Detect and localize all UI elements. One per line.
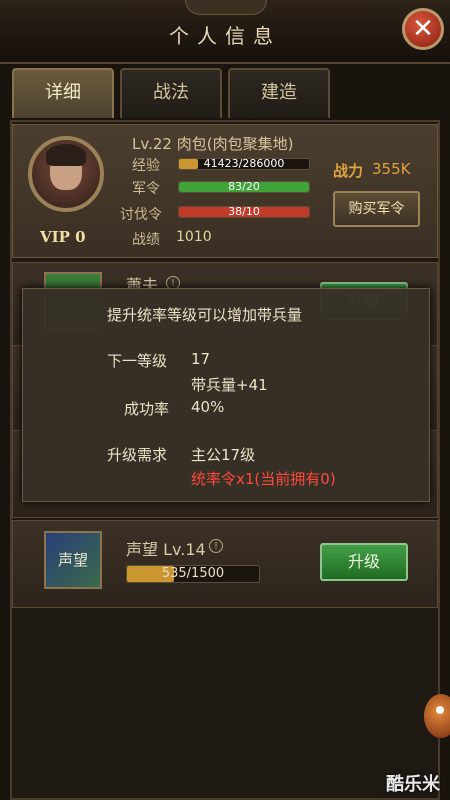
watermark: 酷乐米 [386,774,440,795]
next-level-value: 17 [191,350,211,368]
tab-build[interactable]: 建造 [228,68,330,118]
player-name: 肉包(肉包聚集地) [176,135,294,153]
prestige-progress-text: 535/1500 [161,566,225,581]
prestige-icon: 声望 [44,531,102,589]
power-value: 355K [372,160,411,178]
exp-bar: 41423/286000 [178,157,310,170]
success-rate-label: 成功率 [124,400,170,418]
military-order-bar: 83/20 [178,180,310,193]
avatar-hair [46,144,86,166]
next-level-label: 下一等级 [107,352,168,370]
tab-bar: 详细 战法 建造 [12,68,438,120]
troop-bonus: 带兵量+41 [191,376,268,394]
record-label: 战绩 [132,232,160,248]
upgrade-prestige-button[interactable]: 升级 [320,543,408,581]
title-ornament [185,0,267,15]
prestige-name: 声望 Lv.14 [126,540,206,559]
exp-label: 经验 [132,158,160,174]
player-level: Lv.22 [132,135,172,153]
close-button[interactable]: ✕ [402,8,444,50]
requirement-label: 升级需求 [107,446,168,464]
player-level-name: Lv.22 肉包(肉包聚集地) [132,133,293,154]
exp-value: 41423/286000 [203,157,285,170]
prestige-progress-bar: 535/1500 [126,565,260,583]
floating-assistant-icon[interactable] [424,694,450,738]
military-order-value: 83/20 [228,180,260,193]
crusade-order-bar: 38/10 [178,205,310,218]
requirement-missing: 统率令x1(当前拥有0) [191,470,336,488]
record-value: 1010 [176,229,212,245]
power-label: 战力 [333,162,364,180]
requirement-value: 主公17级 [191,446,256,464]
buy-military-order-button[interactable]: 购买军令 [333,191,420,227]
crusade-order-value: 38/10 [228,205,260,218]
page-title: 个人信息 [169,24,281,48]
tab-tactics[interactable]: 战法 [120,68,222,118]
assistant-eye [436,706,444,714]
tooltip-headline: 提升统率等级可以增加带兵量 [107,306,303,324]
prestige-info-icon[interactable]: ! [209,539,223,553]
vip-badge: VIP 0 [40,228,86,246]
tab-details[interactable]: 详细 [12,68,114,118]
crusade-order-label: 讨伐令 [120,207,162,223]
success-rate-value: 40% [191,398,225,416]
military-order-label: 军令 [132,181,160,197]
